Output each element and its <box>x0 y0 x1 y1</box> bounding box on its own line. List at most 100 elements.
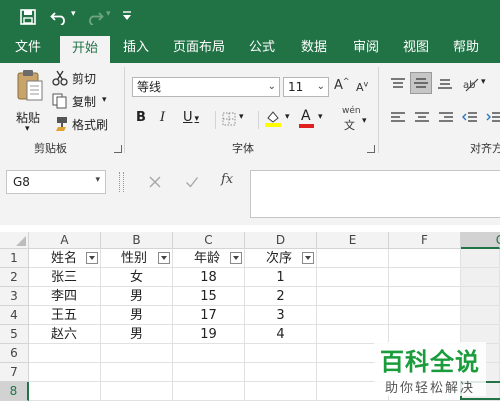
cell-a3[interactable]: 李四 <box>29 287 101 306</box>
column-header[interactable]: F <box>389 232 461 249</box>
grid-cell[interactable] <box>29 344 101 363</box>
grid-cell[interactable] <box>317 306 389 325</box>
font-name-box[interactable]: 等线 ⌄ <box>132 77 280 97</box>
italic-button[interactable]: I <box>160 110 174 128</box>
grid-cell[interactable] <box>389 306 461 325</box>
tab-file[interactable]: 文件 <box>6 34 50 63</box>
column-header[interactable]: E <box>317 232 389 249</box>
tab-formulas[interactable]: 公式 <box>242 34 282 63</box>
row-header[interactable]: 1 <box>0 249 29 268</box>
column-header[interactable]: A <box>29 232 101 249</box>
row-header[interactable]: 2 <box>0 268 29 287</box>
grid-cell[interactable] <box>389 249 461 268</box>
align-top-icon[interactable] <box>390 77 406 91</box>
phonetic-guide-button[interactable]: wén 文 ▾ <box>340 106 372 132</box>
cell-a2[interactable]: 张三 <box>29 268 101 287</box>
grid-cell[interactable] <box>29 363 101 382</box>
redo-icon[interactable] <box>86 9 104 25</box>
name-box-dropdown-icon[interactable]: ▾ <box>95 175 100 185</box>
grid-cell[interactable] <box>461 306 500 325</box>
cell-b3[interactable]: 男 <box>101 287 173 306</box>
grid-cell[interactable] <box>317 249 389 268</box>
filter-dropdown-icon[interactable] <box>302 252 314 264</box>
grid-cell[interactable] <box>461 268 500 287</box>
borders-button[interactable]: ▾ <box>222 110 252 128</box>
cell-b5[interactable]: 男 <box>101 325 173 344</box>
cell-d5[interactable]: 4 <box>245 325 317 344</box>
bold-button[interactable]: B <box>136 110 150 128</box>
grid-cell[interactable] <box>317 287 389 306</box>
decrease-font-size-button[interactable]: Av <box>356 79 374 99</box>
underline-button[interactable]: U ▾ <box>183 110 209 128</box>
row-header-selected[interactable]: 8 <box>0 382 29 401</box>
cell-d4[interactable]: 3 <box>245 306 317 325</box>
cell-a4[interactable]: 王五 <box>29 306 101 325</box>
clipboard-launcher-icon[interactable] <box>114 145 122 153</box>
cell-c4[interactable]: 17 <box>173 306 245 325</box>
redo-dropdown-icon[interactable]: ▾ <box>106 9 111 19</box>
grid-cell[interactable] <box>461 249 500 268</box>
select-all-corner[interactable] <box>0 232 29 249</box>
tab-home[interactable]: 开始 <box>60 36 110 63</box>
cell-a5[interactable]: 赵六 <box>29 325 101 344</box>
grid-cell[interactable] <box>173 344 245 363</box>
paste-button[interactable]: 粘贴 ▾ <box>12 69 46 139</box>
align-bottom-icon[interactable] <box>437 77 453 91</box>
grid-cell[interactable] <box>101 344 173 363</box>
decrease-indent-icon[interactable] <box>462 111 478 125</box>
row-header[interactable]: 3 <box>0 287 29 306</box>
increase-font-size-button[interactable]: A^ <box>334 77 352 97</box>
cell-c5[interactable]: 19 <box>173 325 245 344</box>
font-size-box[interactable]: 11 ⌄ <box>283 77 329 97</box>
grid-cell[interactable] <box>29 382 101 401</box>
grid-cell[interactable] <box>389 268 461 287</box>
align-right-icon[interactable] <box>438 111 454 125</box>
fill-color-button[interactable]: ▾ <box>264 109 294 129</box>
cell-c2[interactable]: 18 <box>173 268 245 287</box>
undo-dropdown-icon[interactable]: ▾ <box>71 9 76 19</box>
cell-c3[interactable]: 15 <box>173 287 245 306</box>
align-center-icon[interactable] <box>414 111 430 125</box>
grid-cell[interactable] <box>461 287 500 306</box>
cancel-icon[interactable] <box>148 175 162 189</box>
copy-button[interactable]: 复制 ▾ <box>52 92 118 110</box>
increase-indent-icon[interactable] <box>486 111 500 125</box>
grid-cell[interactable] <box>245 363 317 382</box>
font-launcher-icon[interactable] <box>367 145 375 153</box>
align-left-icon[interactable] <box>390 111 406 125</box>
column-header[interactable]: D <box>245 232 317 249</box>
grid-cell[interactable] <box>101 363 173 382</box>
grid-cell[interactable] <box>101 382 173 401</box>
tab-data[interactable]: 数据 <box>294 34 334 63</box>
filter-dropdown-icon[interactable] <box>158 252 170 264</box>
filter-dropdown-icon[interactable] <box>230 252 242 264</box>
save-icon[interactable] <box>20 9 36 25</box>
column-header-selected[interactable]: G <box>461 232 500 249</box>
tab-review[interactable]: 审阅 <box>346 34 386 63</box>
filter-dropdown-icon[interactable] <box>86 252 98 264</box>
grid-cell[interactable] <box>245 344 317 363</box>
row-header[interactable]: 7 <box>0 363 29 382</box>
column-header[interactable]: B <box>101 232 173 249</box>
font-color-button[interactable]: A ▾ <box>298 108 328 129</box>
name-box[interactable]: G8 ▾ <box>6 170 106 194</box>
cell-b2[interactable]: 女 <box>101 268 173 287</box>
customize-toolbar-icon[interactable] <box>121 10 133 22</box>
insert-function-icon[interactable]: fx <box>221 172 233 187</box>
cell-b4[interactable]: 男 <box>101 306 173 325</box>
font-name-dropdown-icon[interactable]: ⌄ <box>268 78 276 96</box>
grid-cell[interactable] <box>317 268 389 287</box>
font-size-dropdown-icon[interactable]: ⌄ <box>317 78 325 96</box>
tab-help[interactable]: 帮助 <box>446 34 486 63</box>
formula-input[interactable] <box>250 170 500 218</box>
row-header[interactable]: 4 <box>0 306 29 325</box>
align-middle-button[interactable] <box>410 72 432 94</box>
row-header[interactable]: 5 <box>0 325 29 344</box>
undo-icon[interactable] <box>50 9 68 25</box>
grid-cell[interactable] <box>389 287 461 306</box>
cell-d3[interactable]: 2 <box>245 287 317 306</box>
orientation-button[interactable]: ab ▾ <box>462 75 490 93</box>
formula-bar-grip[interactable] <box>119 172 124 192</box>
row-header[interactable]: 6 <box>0 344 29 363</box>
grid-cell[interactable] <box>173 363 245 382</box>
